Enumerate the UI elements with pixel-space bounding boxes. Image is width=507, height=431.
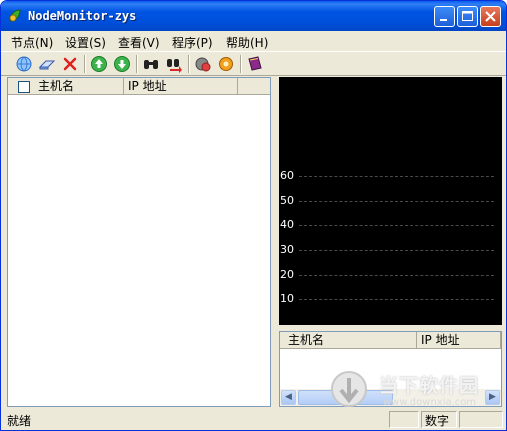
arrow-down-icon[interactable] — [113, 55, 131, 73]
find-next-icon[interactable] — [165, 55, 183, 73]
detail-column-hostname-label: 主机名 — [288, 333, 325, 347]
column-ip[interactable]: IP 地址 — [124, 78, 238, 94]
menu-node[interactable]: 节点(N) — [11, 34, 53, 51]
select-all-checkbox[interactable] — [18, 81, 30, 93]
status-text: 就绪 — [7, 414, 32, 428]
host-list-header: 主机名 IP 地址 — [8, 78, 270, 95]
toolbar — [1, 51, 506, 76]
graph-gridline — [299, 176, 494, 177]
detail-column-ip[interactable]: IP 地址 — [417, 332, 501, 348]
watermark: 当下软件园 www.downxia.com — [327, 369, 497, 411]
close-button[interactable] — [480, 6, 501, 27]
column-hostname[interactable]: 主机名 — [8, 78, 124, 94]
settings-gear-icon[interactable] — [217, 55, 235, 73]
column-hostname-label: 主机名 — [38, 79, 75, 93]
menu-bar: 节点(N) 设置(S) 查看(V) 程序(P) 帮助(H) — [1, 31, 506, 51]
graph-gridline — [299, 201, 494, 202]
column-ip-label: IP 地址 — [128, 79, 167, 93]
graph-ytick: 60 — [280, 169, 294, 182]
detail-list-header: 主机名 IP 地址 — [280, 332, 501, 349]
eraser-icon[interactable] — [38, 55, 56, 73]
maximize-button[interactable] — [457, 6, 478, 27]
status-cell — [459, 411, 503, 428]
graph-gridline — [299, 225, 494, 226]
status-bar: 就绪 数字 — [1, 409, 506, 430]
graph-ytick: 50 — [280, 194, 294, 207]
book-icon[interactable] — [246, 55, 264, 73]
graph-ytick: 40 — [280, 218, 294, 231]
toolbar-separator — [240, 55, 242, 73]
minimize-button[interactable] — [434, 6, 455, 27]
detail-column-hostname[interactable]: 主机名 — [280, 332, 417, 348]
watermark-logo-icon — [331, 371, 367, 407]
window-title: NodeMonitor-zys — [28, 9, 137, 23]
graph-gridline — [299, 299, 494, 300]
toolbar-separator — [188, 55, 190, 73]
status-cell — [389, 411, 419, 428]
graph-ytick: 20 — [280, 268, 294, 281]
graph-ytick: 10 — [280, 292, 294, 305]
graph-ytick: 30 — [280, 243, 294, 256]
menu-program[interactable]: 程序(P) — [172, 34, 213, 51]
title-bar[interactable]: NodeMonitor-zys — [1, 1, 506, 31]
watermark-subtext: www.downxia.com — [383, 397, 477, 408]
main-window: NodeMonitor-zys 节点(N) 设置(S) 查看(V) 程序(P) … — [0, 0, 507, 431]
toolbar-separator — [84, 55, 86, 73]
menu-help[interactable]: 帮助(H) — [226, 34, 268, 51]
host-list[interactable]: 主机名 IP 地址 — [7, 77, 271, 407]
stop-icon[interactable] — [194, 55, 212, 73]
graph-gridline — [299, 250, 494, 251]
close-icon — [485, 11, 496, 22]
maximize-icon — [462, 11, 473, 21]
minimize-icon — [440, 19, 447, 21]
binoculars-icon[interactable] — [142, 55, 160, 73]
delete-x-icon[interactable] — [61, 55, 79, 73]
menu-settings[interactable]: 设置(S) — [65, 34, 106, 51]
ping-graph: 60 50 40 30 20 10 — [279, 77, 502, 325]
app-leaf-icon — [9, 9, 21, 22]
arrow-up-icon[interactable] — [90, 55, 108, 73]
scroll-left-button[interactable]: ◀ — [281, 390, 296, 405]
watermark-text: 当下软件园 — [379, 375, 480, 397]
menu-view[interactable]: 查看(V) — [118, 34, 160, 51]
detail-column-ip-label: IP 地址 — [421, 333, 460, 347]
toolbar-separator — [136, 55, 138, 73]
globe-icon[interactable] — [15, 55, 33, 73]
num-lock-indicator: 数字 — [425, 414, 450, 428]
graph-gridline — [299, 275, 494, 276]
